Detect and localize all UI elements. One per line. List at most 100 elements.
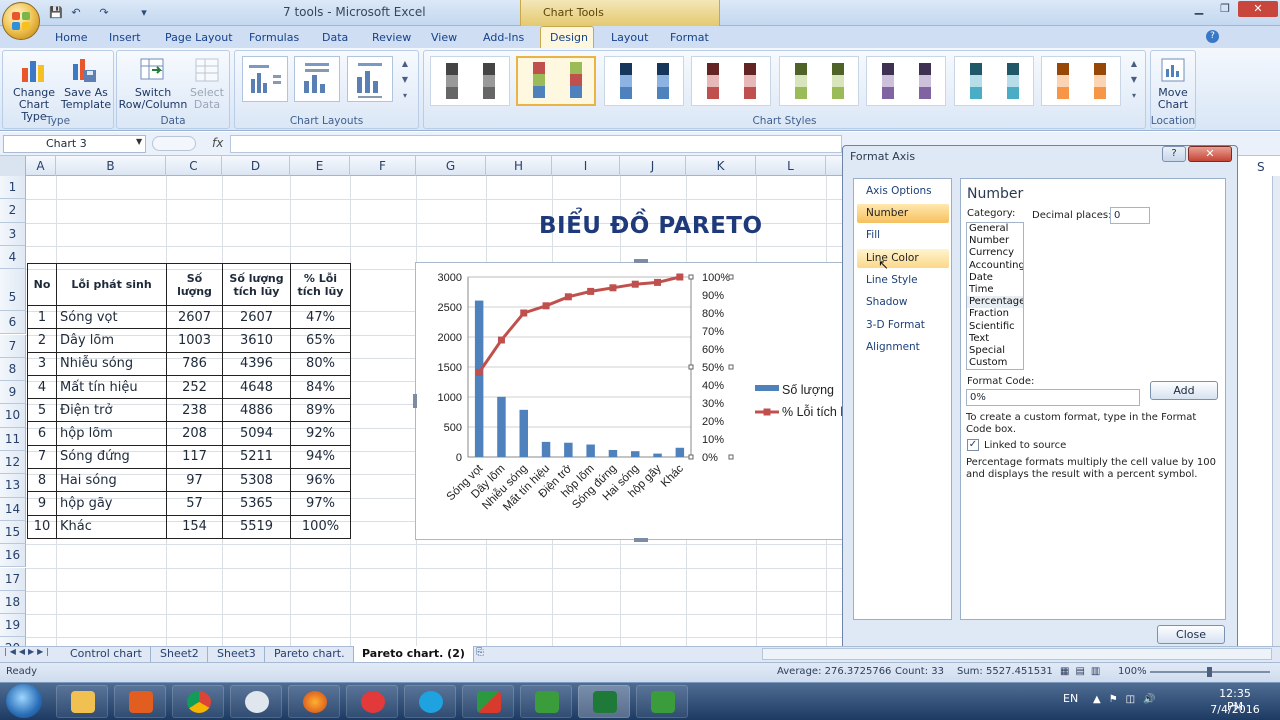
linked-to-source-checkbox[interactable]: ✓	[967, 439, 979, 451]
chart-resize-handle[interactable]	[634, 259, 648, 263]
move-chart-icon[interactable]	[1159, 56, 1187, 84]
category-item[interactable]: General	[967, 223, 1023, 235]
row-header[interactable]: 14	[0, 497, 26, 521]
sheet-tab-pareto[interactable]: Pareto chart.	[266, 646, 354, 662]
table-cell[interactable]: 3	[27, 351, 57, 376]
sheet-tab-control-chart[interactable]: Control chart	[62, 646, 151, 662]
table-cell[interactable]: 100%	[290, 514, 351, 539]
table-cell[interactable]: 4	[27, 374, 57, 400]
sheet-tab-sheet2[interactable]: Sheet2	[152, 646, 208, 662]
table-cell[interactable]: 252	[166, 374, 223, 400]
save-icon[interactable]: 💾	[48, 5, 64, 21]
nav-shadow[interactable]: Shadow	[857, 293, 949, 312]
tab-home[interactable]: Home	[55, 31, 87, 44]
col-header-k[interactable]: K	[686, 156, 756, 176]
table-cell[interactable]: 2607	[222, 304, 291, 330]
chart-layout-2[interactable]	[294, 56, 340, 102]
tab-data[interactable]: Data	[322, 31, 348, 44]
close-window-icon[interactable]: ✕	[1238, 1, 1278, 17]
nav-axis-options[interactable]: Axis Options	[857, 182, 949, 201]
tab-view[interactable]: View	[431, 31, 457, 44]
save-as-template-button[interactable]: Save As Template	[60, 87, 112, 111]
row-header[interactable]: 9	[0, 381, 26, 405]
tab-format[interactable]: Format	[670, 31, 709, 44]
formula-input[interactable]	[230, 135, 842, 153]
switch-row-column-icon[interactable]	[138, 56, 168, 84]
col-header-c[interactable]: C	[166, 156, 222, 176]
table-cell[interactable]: 154	[166, 514, 223, 539]
tab-review[interactable]: Review	[372, 31, 411, 44]
col-header-j[interactable]: J	[620, 156, 686, 176]
chart-style-1[interactable]	[430, 56, 510, 106]
table-cell[interactable]: Sóng vọt	[56, 304, 167, 330]
table-cell[interactable]: 5094	[222, 421, 291, 446]
table-cell[interactable]: Nhiễu sóng	[56, 351, 167, 376]
row-header[interactable]: 15	[0, 520, 26, 545]
chart-layout-1[interactable]	[242, 56, 288, 102]
save-template-icon[interactable]	[70, 56, 98, 84]
col-header-e[interactable]: E	[290, 156, 350, 176]
table-cell[interactable]: 4886	[222, 398, 291, 423]
taskbar-camtasia-2[interactable]	[636, 685, 688, 718]
taskbar-excel[interactable]	[578, 685, 630, 718]
col-header-l[interactable]: L	[756, 156, 826, 176]
decimal-places-input[interactable]: 0	[1110, 207, 1150, 224]
table-cell[interactable]: Sóng đứng	[56, 444, 167, 470]
add-button[interactable]: Add	[1150, 381, 1218, 400]
table-cell[interactable]: 1	[27, 304, 57, 330]
horizontal-scrollbar[interactable]	[762, 648, 1272, 660]
category-item[interactable]: Currency	[967, 247, 1023, 259]
taskbar-skype[interactable]	[404, 685, 456, 718]
row-header[interactable]: 11	[0, 427, 26, 451]
row-header[interactable]: 10	[0, 404, 26, 428]
redo-icon[interactable]: ↷	[96, 5, 112, 21]
table-cell[interactable]: 92%	[290, 421, 351, 446]
table-cell[interactable]: Dây lõm	[56, 328, 167, 353]
table-cell[interactable]: 7	[27, 444, 57, 470]
dialog-help-icon[interactable]: ?	[1162, 146, 1186, 162]
category-item[interactable]: Special	[967, 345, 1023, 357]
taskbar-recorder[interactable]	[346, 685, 398, 718]
pareto-chart[interactable]: 0 500 1000 1500 2000 2500 3000 0% 10% 20% 30% 40% 50…	[415, 262, 857, 540]
taskbar-app[interactable]	[230, 685, 282, 718]
taskbar-camtasia[interactable]	[520, 685, 572, 718]
chart-style-3[interactable]	[604, 56, 684, 106]
category-item[interactable]: Text	[967, 333, 1023, 345]
table-cell[interactable]: 8	[27, 468, 57, 493]
tray-icons[interactable]: ▲⚑◫🔊	[1093, 694, 1164, 705]
layouts-scroll[interactable]: ▲ ▼ ▾	[400, 56, 410, 106]
table-cell[interactable]: 2	[27, 328, 57, 353]
col-header-g[interactable]: G	[416, 156, 486, 176]
table-cell[interactable]: Điện trở	[56, 398, 167, 423]
name-box-dropdown-icon[interactable]: ▼	[136, 137, 142, 146]
chart-style-2[interactable]	[516, 56, 596, 106]
row-header[interactable]: 1	[0, 176, 26, 200]
nav-alignment[interactable]: Alignment	[857, 338, 949, 357]
office-button[interactable]	[2, 2, 40, 40]
header-defect[interactable]: Lỗi phát sinh	[56, 263, 167, 306]
maximize-icon[interactable]: ❐	[1212, 1, 1238, 17]
select-all-corner[interactable]	[0, 156, 26, 176]
category-list[interactable]: General Number Currency Accounting Date Time P…	[966, 222, 1024, 370]
taskbar-media[interactable]	[114, 685, 166, 718]
row-header[interactable]: 8	[0, 357, 26, 382]
header-cumulative-pct[interactable]: % Lỗi tích lũy	[290, 263, 351, 306]
table-cell[interactable]: 5	[27, 398, 57, 423]
format-code-input[interactable]: 0%	[966, 389, 1140, 406]
row-header[interactable]: 7	[0, 334, 26, 358]
nav-3d-format[interactable]: 3-D Format	[857, 316, 949, 335]
chart-style-6[interactable]	[866, 56, 946, 106]
tab-page-layout[interactable]: Page Layout	[165, 31, 233, 44]
sheet-nav-arrows[interactable]: |◀◀▶▶|	[4, 647, 52, 656]
category-item[interactable]: Number	[967, 235, 1023, 247]
tab-design[interactable]: Design	[550, 31, 588, 44]
undo-icon[interactable]: ↶	[68, 5, 84, 21]
table-cell[interactable]: 5365	[222, 491, 291, 516]
chart-style-4[interactable]	[691, 56, 771, 106]
taskbar-explorer[interactable]	[56, 685, 108, 718]
table-cell[interactable]: 65%	[290, 328, 351, 353]
close-button[interactable]: Close	[1157, 625, 1225, 644]
row-header[interactable]: 19	[0, 614, 26, 638]
row-header[interactable]: 17	[0, 567, 26, 591]
row-header[interactable]: 12	[0, 451, 26, 475]
